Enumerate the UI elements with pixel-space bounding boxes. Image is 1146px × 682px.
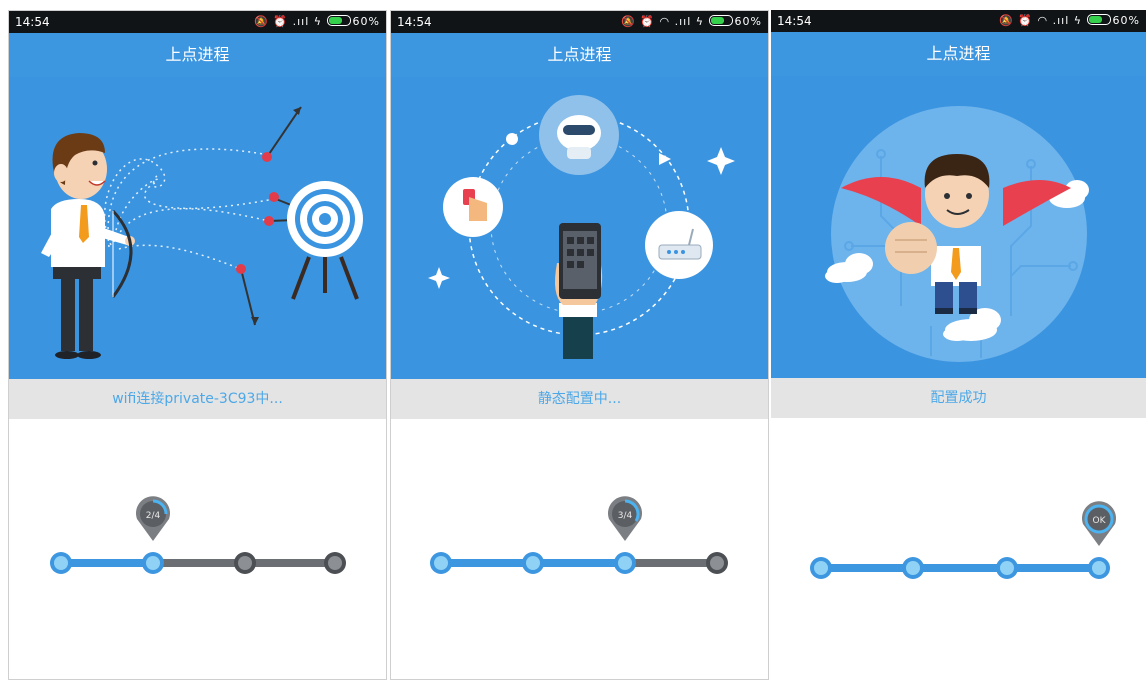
step-badge-pin: 2/4 (136, 496, 170, 541)
wifi-icon: ◠ (659, 15, 671, 28)
progress-remaining (625, 559, 717, 567)
page-title: 上点进程 (9, 33, 386, 78)
phone-screen-3: 14:54 🔕 ⏰ ◠ .ııl ϟ 60% 上点进程 配置成功 OK (771, 10, 1146, 680)
phone-in-hand-icon (555, 223, 603, 359)
signal-icon: .ııl (292, 15, 310, 28)
progress-fill (61, 559, 153, 567)
progress-track: OK (771, 418, 1146, 680)
step-badge-pin: OK (1082, 501, 1116, 546)
status-time: 14:54 (777, 14, 812, 28)
archer-character (41, 133, 135, 359)
signal-icon: .ııl (1052, 14, 1070, 27)
router-icon (645, 211, 713, 279)
step-badge-pin: 3/4 (608, 496, 642, 541)
status-icons: 🔕 ⏰ ◠ .ııl ϟ 60% (621, 11, 762, 33)
phone-screen-2: 14:54 🔕 ⏰ ◠ .ııl ϟ 60% 上点进程 静态配置中... 3/4 (390, 10, 769, 680)
page-title: 上点进程 (771, 32, 1146, 77)
phone-screen-1: 14:54 🔕 ⏰ .ııl ϟ 60% 上点进程 wifi连接private-… (8, 10, 387, 680)
connection-status-text: wifi连接private-3C93中... (9, 379, 386, 419)
status-time: 14:54 (15, 15, 50, 29)
charging-icon: ϟ (313, 15, 323, 28)
progress-fill (821, 564, 1099, 572)
step-badge-label: OK (1093, 516, 1107, 526)
hero-illustration-superhero (771, 76, 1146, 378)
step-badge-label: 2/4 (146, 511, 161, 521)
status-icons: 🔕 ⏰ ◠ .ııl ϟ 60% (999, 10, 1140, 32)
target-icon (287, 181, 363, 300)
battery-icon (708, 15, 733, 26)
battery-percent: 60% (352, 15, 380, 28)
hero-illustration-archer (9, 77, 386, 379)
wifi-icon: ◠ (1037, 14, 1049, 27)
battery-icon (326, 15, 351, 26)
status-icons: 🔕 ⏰ .ııl ϟ 60% (254, 11, 380, 33)
status-bar: 14:54 🔕 ⏰ .ııl ϟ 60% (9, 11, 386, 33)
progress-track: 2/4 (9, 419, 386, 679)
page-title: 上点进程 (391, 33, 768, 78)
charging-icon: ϟ (695, 15, 705, 28)
battery-percent: 60% (1112, 14, 1140, 27)
alarm-icon: ⏰ (640, 15, 655, 28)
mute-icon: 🔕 (254, 15, 269, 28)
charging-icon: ϟ (1073, 14, 1083, 27)
step-badge-label: 3/4 (618, 511, 633, 521)
alarm-icon: ⏰ (1018, 14, 1033, 27)
success-status-text: 配置成功 (771, 378, 1146, 418)
battery-percent: 60% (734, 15, 762, 28)
touch-hand-icon (443, 177, 503, 237)
mute-icon: 🔕 (621, 15, 636, 28)
status-time: 14:54 (397, 15, 432, 29)
robot-icon (539, 95, 619, 175)
status-bar: 14:54 🔕 ⏰ ◠ .ııl ϟ 60% (771, 10, 1146, 32)
mute-icon: 🔕 (999, 14, 1014, 27)
config-status-text: 静态配置中... (391, 379, 768, 419)
status-bar: 14:54 🔕 ⏰ ◠ .ııl ϟ 60% (391, 11, 768, 33)
battery-icon (1086, 14, 1111, 25)
hero-illustration-devices (391, 77, 768, 379)
signal-icon: .ııl (674, 15, 692, 28)
progress-track: 3/4 (391, 419, 768, 679)
alarm-icon: ⏰ (273, 15, 289, 28)
